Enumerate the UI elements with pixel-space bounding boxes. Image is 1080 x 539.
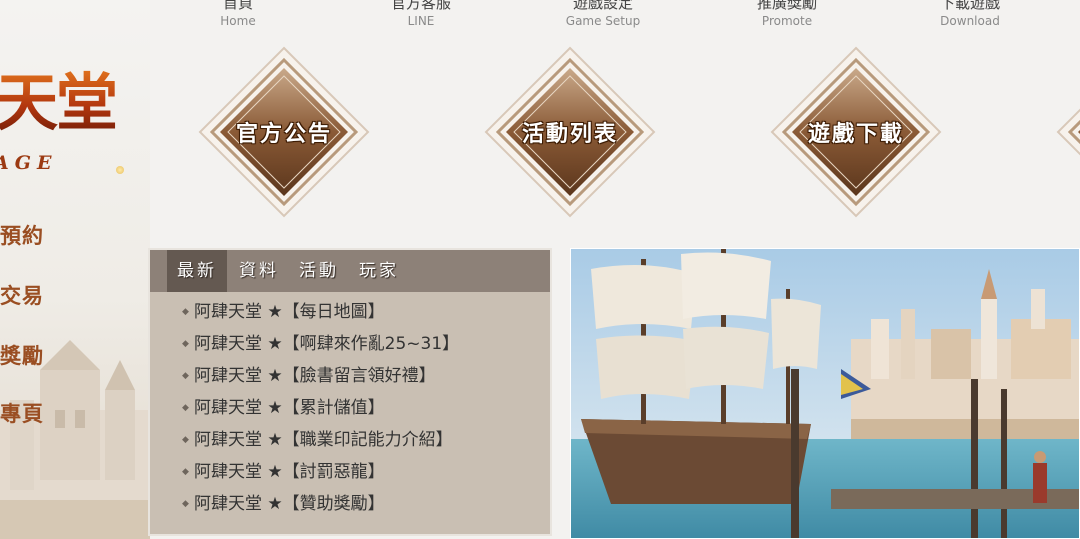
nav-line[interactable]: 官方客服 LINE bbox=[351, 0, 491, 29]
bullet-icon: ◆ bbox=[182, 403, 189, 413]
news-tabs: 最新 資料 活動 玩家 bbox=[150, 250, 550, 292]
nav-game-setup[interactable]: 遊戲設定 Game Setup bbox=[533, 0, 673, 29]
tab-players[interactable]: 玩家 bbox=[352, 250, 406, 292]
bullet-icon: ◆ bbox=[182, 499, 189, 509]
news-panel: 最新 資料 活動 玩家 ◆ 阿肆天堂 ★【每日地圖】 ◆ 阿肆天堂 ★【啊肆來作亂2… bbox=[148, 248, 552, 536]
events-button[interactable]: 活動列表 bbox=[484, 46, 656, 218]
harbor-ship-illustration bbox=[571, 249, 1079, 538]
bullet-icon: ◆ bbox=[182, 371, 189, 381]
list-item[interactable]: ◆ 阿肆天堂 ★【啊肆來作亂25~31】 bbox=[176, 328, 459, 360]
logo-text: 天堂 bbox=[0, 68, 118, 138]
list-item[interactable]: ◆ 阿肆天堂 ★【每日地圖】 bbox=[176, 296, 459, 328]
top-nav: 首頁 Home 官方客服 LINE 遊戲設定 Game Setup 推廣獎勵 P… bbox=[0, 0, 1080, 34]
announcement-label: 官方公告 bbox=[235, 121, 332, 147]
nav-home-label: 首頁 bbox=[222, 0, 253, 12]
news-title: 阿肆天堂 ★【臉書留言領好禮】 bbox=[194, 366, 436, 386]
bullet-icon: ◆ bbox=[182, 435, 189, 445]
list-item[interactable]: ◆ 阿肆天堂 ★【職業印記能力介紹】 bbox=[176, 424, 459, 456]
events-label: 活動列表 bbox=[521, 121, 618, 147]
diamond-frame-icon bbox=[1056, 108, 1080, 156]
left-menu-item-page[interactable]: 專頁 bbox=[0, 398, 44, 428]
nav-game-setup-label: 遊戲設定 bbox=[572, 0, 633, 12]
nav-promote[interactable]: 推廣獎勵 Promote bbox=[717, 0, 857, 29]
tab-info[interactable]: 資料 bbox=[232, 250, 286, 292]
news-list: ◆ 阿肆天堂 ★【每日地圖】 ◆ 阿肆天堂 ★【啊肆來作亂25~31】 ◆ 阿肆天堂 … bbox=[176, 296, 459, 520]
left-menu-item-trade[interactable]: 交易 bbox=[0, 280, 44, 310]
tab-latest[interactable]: 最新 bbox=[167, 250, 227, 292]
bullet-icon: ◆ bbox=[182, 339, 189, 349]
download-button[interactable]: 遊戲下載 bbox=[770, 46, 942, 218]
news-title: 阿肆天堂 ★【職業印記能力介紹】 bbox=[194, 430, 453, 450]
news-title: 阿肆天堂 ★【贊助獎勵】 bbox=[194, 494, 385, 514]
tab-events[interactable]: 活動 bbox=[292, 250, 346, 292]
news-title: 阿肆天堂 ★【啊肆來作亂25~31】 bbox=[194, 334, 460, 354]
bullet-icon: ◆ bbox=[182, 307, 189, 317]
logo-subtext: AGE bbox=[0, 152, 58, 174]
list-item[interactable]: ◆ 阿肆天堂 ★【贊助獎勵】 bbox=[176, 488, 459, 520]
list-item[interactable]: ◆ 阿肆天堂 ★【臉書留言領好禮】 bbox=[176, 360, 459, 392]
list-item[interactable]: ◆ 阿肆天堂 ★【累計儲值】 bbox=[176, 392, 459, 424]
hero-banner[interactable] bbox=[570, 248, 1080, 539]
nav-home-sublabel: Home bbox=[220, 14, 256, 28]
download-label: 遊戲下載 bbox=[807, 121, 904, 147]
nav-download-sublabel: Download bbox=[940, 14, 1000, 28]
sparkle-icon bbox=[116, 166, 124, 174]
left-menu-item-reward[interactable]: 獎勵 bbox=[0, 340, 44, 370]
nav-promote-sublabel: Promote bbox=[761, 14, 813, 28]
nav-home[interactable]: 首頁 Home bbox=[168, 0, 308, 29]
nav-promote-label: 推廣獎勵 bbox=[756, 0, 817, 12]
nav-download[interactable]: 下載遊戲 Download bbox=[900, 0, 1040, 29]
news-title: 阿肆天堂 ★【討罰惡龍】 bbox=[194, 462, 385, 482]
nav-game-setup-sublabel: Game Setup bbox=[565, 14, 641, 28]
news-title: 阿肆天堂 ★【累計儲值】 bbox=[194, 398, 385, 418]
left-menu-item-reserve[interactable]: 預約 bbox=[0, 220, 44, 250]
announcement-button[interactable]: 官方公告 bbox=[198, 46, 370, 218]
logo[interactable]: 天堂 AGE bbox=[0, 64, 160, 184]
diamond-button-partial[interactable] bbox=[1056, 46, 1080, 218]
list-item[interactable]: ◆ 阿肆天堂 ★【討罰惡龍】 bbox=[176, 456, 459, 488]
bullet-icon: ◆ bbox=[182, 467, 189, 477]
nav-line-sublabel: LINE bbox=[407, 14, 435, 28]
nav-download-label: 下載遊戲 bbox=[939, 0, 1000, 12]
nav-line-label: 官方客服 bbox=[390, 0, 451, 12]
news-title: 阿肆天堂 ★【每日地圖】 bbox=[194, 302, 385, 322]
